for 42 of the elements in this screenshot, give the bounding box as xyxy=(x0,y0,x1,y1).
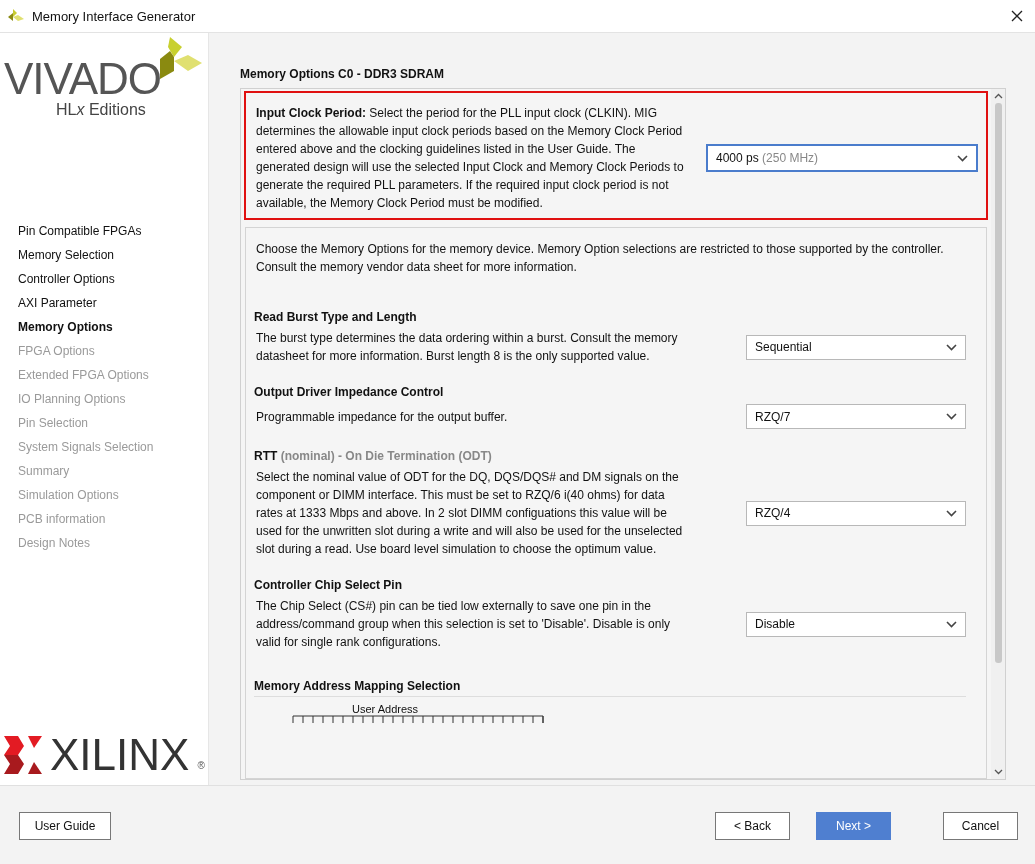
dialog-button[interactable]: Next > xyxy=(816,812,891,840)
app-icon xyxy=(8,9,24,23)
page-title: Memory Options C0 - DDR3 SDRAM xyxy=(240,67,446,81)
sidebar-item[interactable]: Memory Selection xyxy=(18,243,208,267)
edition-label: HLx Editions xyxy=(56,101,146,119)
address-label: User Address xyxy=(352,703,420,715)
section-title: Memory Address Mapping Selection xyxy=(254,679,966,697)
scroll-down-icon[interactable] xyxy=(993,769,1003,775)
scrollbar[interactable] xyxy=(991,89,1005,779)
sidebar-item[interactable]: Memory Options xyxy=(18,315,208,339)
option-dropdown[interactable]: RZQ/7 xyxy=(746,404,966,429)
section-description: The burst type determines the data ordering within a burst. Consult the memory datasheet for more information. Burst length 8 is the only supported value. xyxy=(256,330,679,365)
chevron-icon xyxy=(946,413,957,420)
xilinx-mark-icon xyxy=(4,736,42,774)
product-logo: VIVADO xyxy=(4,57,161,101)
section-description: The Chip Select (CS#) pin can be tied low externally to save one pin in the address/command group when this selection is set to 'Disable'. Disable is only valid for single rank configurations. xyxy=(256,598,672,651)
input-clock-description: Input Clock Period: Select the period for the PLL input clock (CLKIN). MIG determines the allowable input clock periods based on the Memory Clock Period entered above and the clocking guidelines listed in the User Guide. The generated design will use the selected Input Clock and Memory Clock Periods to generate the required PLL parameters. If the required input clock period is not available, the Memory Clock Period must be modified. xyxy=(256,105,684,212)
chevron-icon xyxy=(957,154,968,162)
chevron-icon xyxy=(946,509,957,517)
window-title: Memory Interface Generator xyxy=(32,8,197,24)
section-title: RTT (nominal) - On Die Termination (ODT) xyxy=(254,449,492,463)
input-clock-dropdown[interactable]: 4000 ps (250 MHz) xyxy=(706,144,978,172)
option-dropdown[interactable]: Disable xyxy=(746,611,966,637)
section-title: Read Burst Type and Length xyxy=(254,310,417,324)
section-title: Controller Chip Select Pin xyxy=(254,578,403,592)
scroll-up-icon[interactable] xyxy=(993,93,1003,99)
registered-mark: ® xyxy=(197,760,205,771)
sidebar-item[interactable]: Pin Compatible FPGAs xyxy=(18,219,208,243)
sidebar-item[interactable]: AXI Parameter xyxy=(18,291,208,315)
section-description: Programmable impedance for the output buffer. xyxy=(256,408,509,426)
sidebar-item[interactable]: Controller Options xyxy=(18,267,208,291)
company-logo: XILINX xyxy=(50,733,190,777)
chevron-icon xyxy=(946,620,957,628)
user-guide-button[interactable]: User Guide xyxy=(19,812,111,840)
option-dropdown[interactable]: RZQ/4 xyxy=(746,500,966,526)
chevron-icon xyxy=(946,343,957,351)
section-description: Select the nominal value of ODT for the DQ, DQS/DQS# and DM signals on the component or DIMM interface. This must be set to RZQ/6 i(40 ohms) for data rates at 1333 Mbps and above. In 2 slot DIMM configuations this value will be used for the unwritten slot during a write and will also be used for the unselected slot during a read. Use board level simulation to choose the optimum value. xyxy=(256,469,684,558)
section-title: Output Driver Impedance Control xyxy=(254,385,444,399)
option-dropdown[interactable]: Sequential xyxy=(746,334,966,360)
intro-text: Choose the Memory Options for the memory device. Memory Option selections are restricted to those supported by the controller. Consult the memory vendor data sheet for more information. xyxy=(256,241,945,276)
dialog-button[interactable]: Cancel xyxy=(943,812,1018,840)
dialog-button[interactable]: < Back xyxy=(715,812,790,840)
